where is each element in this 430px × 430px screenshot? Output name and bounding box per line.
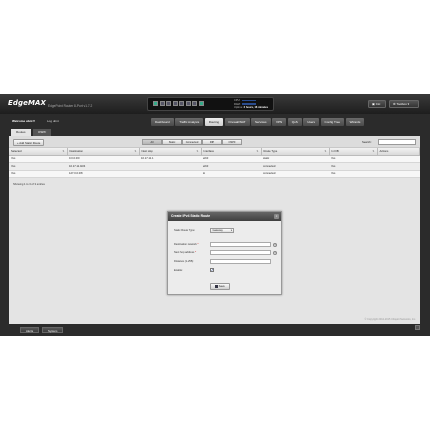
add-static-route-button[interactable]: + Add Static Route	[13, 138, 45, 146]
table-info: Showing 1 to 3 of 3 entries	[13, 183, 45, 186]
tab-traffic-analysis[interactable]: Traffic Analysis	[175, 118, 204, 126]
table-row[interactable]: Yes 127.0.0.0/8 lo connected Yes	[9, 170, 420, 178]
port-icon	[192, 101, 197, 106]
help-icon[interactable]: ?	[273, 242, 277, 247]
alerts-tab[interactable]: Alerts	[20, 327, 40, 333]
routes-toolbar: + Add Static Route All Static Connected …	[9, 136, 420, 148]
port-icon	[179, 101, 184, 106]
port-icon	[166, 101, 171, 106]
main-navbar: Welcome ubnt ▾ Log ubnt Dashboard Traffi…	[0, 116, 430, 128]
toolbox-button[interactable]: ⚙ Toolbox ▾	[389, 100, 419, 108]
port-indicators	[153, 101, 204, 106]
system-tab[interactable]: System	[42, 327, 64, 333]
enable-checkbox[interactable]: ✓	[210, 268, 214, 272]
column-header[interactable]: Interface ⇅	[201, 148, 262, 156]
filter-static[interactable]: Static	[162, 139, 182, 145]
cpu-bar	[242, 99, 257, 102]
table-header-row: Selected ⇅ Destination ⇅ Next Hop ⇅ Interfa…	[9, 148, 420, 156]
distance-label: Distance (1-255):	[174, 260, 194, 263]
filter-rip[interactable]: RIP	[202, 139, 222, 145]
cli-button[interactable]: ▣ CLI	[368, 100, 386, 108]
column-header[interactable]: Route Type ⇅	[261, 148, 330, 156]
sort-icon: ⇅	[196, 149, 199, 153]
dialog-title: Create IPv4 Static Route	[168, 212, 281, 221]
cpu-label: CPU:	[234, 99, 241, 102]
column-header[interactable]: Next Hop ⇅	[139, 148, 202, 156]
next-hop-label: Next hop address *	[174, 251, 197, 254]
tab-services[interactable]: Services	[251, 118, 271, 126]
sort-icon: ⇅	[372, 149, 375, 153]
tab-routing[interactable]: Routing	[204, 118, 224, 126]
search-input[interactable]	[378, 138, 416, 145]
tab-config-tree[interactable]: Config Tree	[320, 118, 345, 126]
distance-input[interactable]	[210, 259, 271, 264]
sort-icon: ⇅	[324, 149, 327, 153]
sort-icon: ⇅	[134, 149, 137, 153]
create-static-route-dialog: Create IPv4 Static Route × Static Route …	[167, 211, 282, 295]
tab-users[interactable]: Users	[303, 118, 320, 126]
filter-ospf[interactable]: OSPF	[222, 139, 242, 145]
logout-link[interactable]: Log ubnt	[47, 119, 59, 123]
uptime-value: 2 hours, 16 minutes	[243, 106, 269, 110]
tab-routes[interactable]: Routes	[11, 129, 31, 136]
chevron-down-icon: ▾	[230, 229, 232, 232]
port-icon	[185, 101, 191, 106]
destination-network-input[interactable]	[210, 242, 271, 247]
device-model-label: EdgePoint Router 8-Port v1.7.2	[48, 104, 93, 108]
expand-icon[interactable]	[415, 325, 420, 330]
route-filter-group: All Static Connected RIP OSPF	[142, 139, 242, 145]
column-header: Actions	[377, 148, 420, 156]
uptime-label: Uptime:	[234, 106, 243, 110]
close-icon[interactable]: ×	[274, 214, 279, 219]
sort-icon: ⇅	[256, 149, 259, 153]
system-stats: CPU: RAM: Uptime: 2 hours, 16 minutes	[234, 99, 268, 110]
port-icon	[153, 101, 158, 106]
terminal-icon: ▣	[372, 102, 375, 106]
edgemax-logo: EdgeMAX	[8, 99, 47, 107]
port-icon	[172, 101, 178, 106]
top-header: EdgeMAX EdgePoint Router 8-Port v1.7.2 C…	[0, 94, 430, 114]
ram-bar	[242, 103, 257, 105]
port-icon	[198, 101, 204, 106]
routes-table: Selected ⇅ Destination ⇅ Next Hop ⇅ Interfa…	[9, 148, 420, 178]
sort-icon: ⇅	[62, 149, 65, 153]
table-row[interactable]: Yes 10.17.11.0/24 eth0 connected Yes	[9, 162, 420, 171]
tab-qos[interactable]: QoS	[287, 118, 302, 126]
footer-bar: © Copyright 2012-2015 Ubiquiti Networks,…	[0, 318, 430, 336]
device-status-panel: CPU: RAM: Uptime: 2 hours, 16 minutes	[147, 97, 274, 111]
tab-ospf[interactable]: OSPF	[33, 129, 52, 136]
column-header[interactable]: Selected ⇅	[9, 148, 68, 156]
search-label: Search:	[362, 140, 372, 144]
port-icon	[159, 101, 165, 106]
table-row[interactable]: Yes 0.0.0.0/0 10.17.11.1 eth0 static Yes	[9, 155, 420, 163]
enable-label: Enable:	[174, 269, 183, 272]
route-type-select[interactable]: Gateway ▾	[210, 228, 234, 233]
tab-firewall-nat[interactable]: Firewall/NAT	[224, 118, 250, 126]
sub-tabs: Routes OSPF	[9, 128, 420, 136]
tab-vpn[interactable]: VPN	[272, 118, 287, 126]
filter-connected[interactable]: Connected	[182, 139, 202, 145]
help-icon[interactable]: ?	[273, 250, 277, 255]
save-icon	[215, 285, 218, 288]
save-button[interactable]: Save	[210, 283, 230, 290]
user-menu[interactable]: Welcome ubnt ▾	[12, 119, 35, 123]
copyright-text: © Copyright 2012-2015 Ubiquiti Networks,…	[364, 318, 416, 321]
next-hop-input[interactable]	[210, 250, 271, 255]
tab-wizards[interactable]: Wizards	[345, 118, 365, 126]
nav-tabs: Dashboard Traffic Analysis Routing Firew…	[151, 118, 365, 126]
destination-label: Destination network *	[174, 243, 199, 246]
column-header[interactable]: Destination ⇅	[67, 148, 140, 156]
column-header[interactable]: In FIB ⇅	[329, 148, 378, 156]
route-type-label: Static Route Type:	[174, 229, 196, 232]
filter-all[interactable]: All	[142, 139, 162, 145]
tab-dashboard[interactable]: Dashboard	[151, 118, 174, 126]
